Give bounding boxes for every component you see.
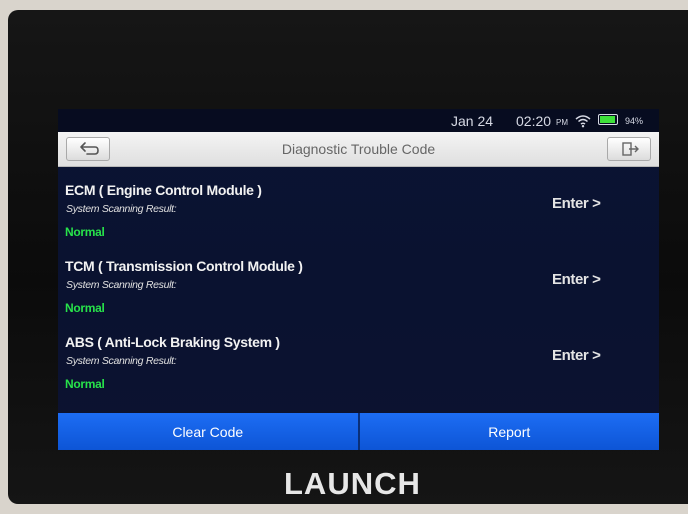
battery-fill — [600, 116, 616, 123]
system-subtitle: System Scanning Result: — [66, 355, 177, 367]
system-item-abs[interactable]: ABS ( Anti-Lock Braking System ) System … — [58, 318, 659, 394]
title-bar: Diagnostic Trouble Code — [58, 132, 659, 167]
wifi-icon — [575, 115, 591, 128]
system-name: ABS ( Anti-Lock Braking System ) — [65, 334, 280, 350]
enter-button[interactable]: Enter > — [552, 347, 601, 364]
status-date: Jan 24 — [451, 113, 494, 129]
enter-button[interactable]: Enter > — [552, 271, 601, 288]
status-time: 02:20 — [516, 113, 552, 129]
system-status: Normal — [65, 377, 105, 391]
system-subtitle: System Scanning Result: — [66, 203, 177, 215]
system-status: Normal — [65, 301, 105, 315]
status-ampm: PM — [556, 118, 568, 127]
system-name: TCM ( Transmission Control Module ) — [65, 258, 303, 274]
clear-code-button[interactable]: Clear Code — [58, 413, 358, 450]
page-title: Diagnostic Trouble Code — [281, 141, 436, 157]
system-status: Normal — [65, 225, 105, 239]
battery-percent: 94% — [625, 116, 644, 126]
system-item-ecm[interactable]: ECM ( Engine Control Module ) System Sca… — [58, 166, 659, 242]
enter-button[interactable]: Enter > — [552, 195, 601, 212]
exit-icon — [622, 142, 639, 156]
scanner-device: Jan 24 02:20 PM 94% Diagnostic Trouble C… — [8, 10, 688, 504]
system-subtitle: System Scanning Result: — [66, 279, 177, 291]
battery-icon — [598, 114, 618, 125]
status-bar: Jan 24 02:20 PM 94% — [58, 109, 659, 132]
system-item-tcm[interactable]: TCM ( Transmission Control Module ) Syst… — [58, 242, 659, 318]
brand-logo: LAUNCH — [284, 466, 421, 501]
exit-button[interactable] — [607, 137, 651, 161]
system-name: ECM ( Engine Control Module ) — [65, 182, 262, 198]
bottom-action-bar: Clear Code Report — [58, 413, 659, 450]
device-screen: Jan 24 02:20 PM 94% Diagnostic Trouble C… — [58, 109, 659, 450]
report-button[interactable]: Report — [359, 413, 659, 450]
